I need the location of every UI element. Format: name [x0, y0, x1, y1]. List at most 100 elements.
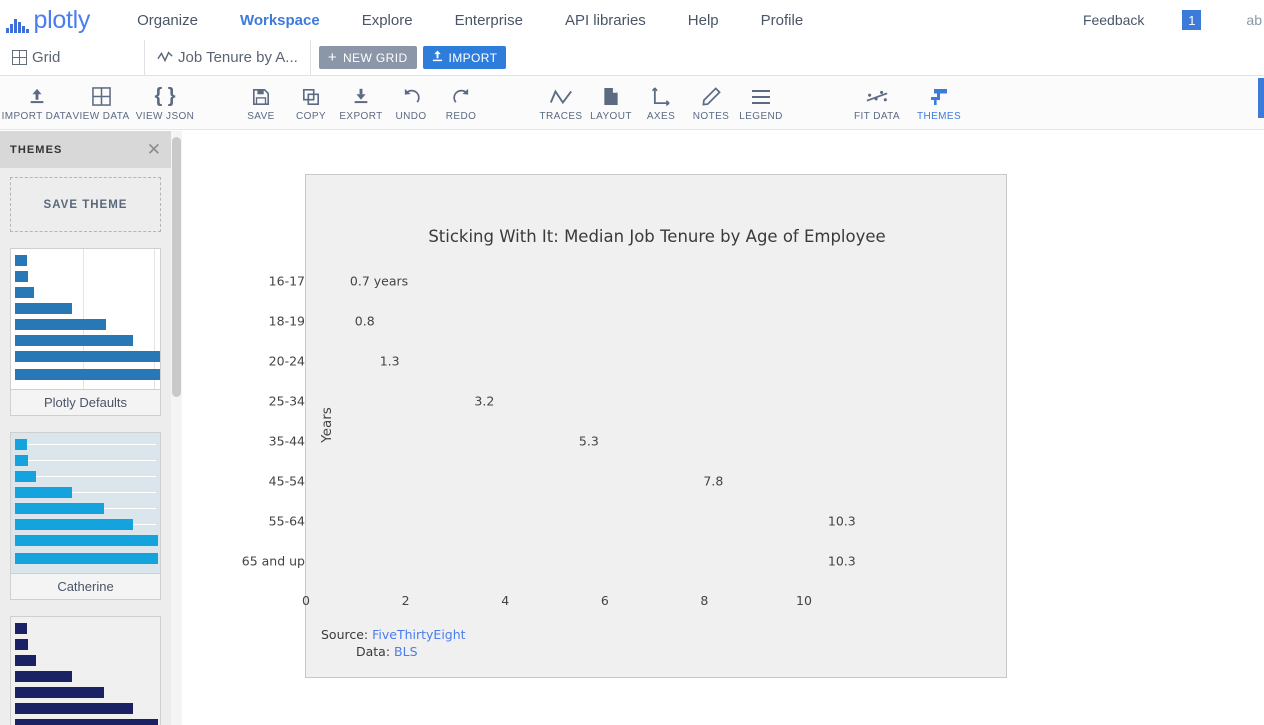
x-axis-tick-label: 6 — [600, 593, 609, 608]
toolbar-traces[interactable]: TRACES — [536, 84, 586, 122]
themes-panel: THEMES ✕ SAVE THEME Plotly Defaults Cath… — [0, 131, 171, 725]
source-annotation-link[interactable]: FiveThirtyEight — [372, 627, 465, 642]
theme-name-label: Plotly Defaults — [11, 389, 160, 415]
toolbar-view-data[interactable]: VIEW DATA — [72, 84, 129, 122]
data-annotation-prefix: Data: — [356, 644, 395, 659]
plotly-logo-text: plotly — [33, 5, 91, 34]
theme-thumbnail — [11, 617, 160, 725]
hamburger-lines-icon — [751, 86, 771, 108]
themes-panel-title: THEMES — [10, 143, 63, 156]
nav-link-help[interactable]: Help — [667, 12, 740, 29]
right-edge-panel-toggle[interactable] — [1258, 78, 1264, 118]
toolbar-export[interactable]: EXPORT — [336, 84, 386, 122]
toolbar-layout[interactable]: LAYOUT — [586, 84, 636, 122]
bar-row[interactable]: 16-17 0.7 years — [269, 261, 408, 301]
themes-panel-body: SAVE THEME Plotly Defaults Catherine — [0, 168, 171, 725]
theme-card-catherine[interactable]: Catherine — [10, 432, 161, 600]
plotly-logo[interactable]: plotly — [6, 5, 91, 34]
bar-row[interactable]: 45-54 7.8 — [269, 461, 724, 501]
toolbar-copy[interactable]: COPY — [286, 84, 336, 122]
themes-scrollbar-thumb[interactable] — [172, 137, 181, 397]
theme-card-plotly-defaults[interactable]: Plotly Defaults — [10, 248, 161, 416]
bar-value-label: 0.7 years — [349, 273, 409, 289]
bar-category-label: 35-44 — [268, 433, 305, 449]
theme-thumbnail — [11, 249, 160, 389]
bar-category-label: 65 and up — [241, 553, 305, 569]
bar-category-label: 16-17 — [268, 273, 305, 289]
save-disk-icon — [252, 86, 270, 108]
plot-container[interactable]: Sticking With It: Median Job Tenure by A… — [242, 174, 1007, 678]
toolbar-view-json-label: VIEW JSON — [135, 110, 195, 122]
bar-row[interactable]: 18-19 0.8 — [269, 301, 375, 341]
toolbar-redo[interactable]: REDO — [436, 84, 486, 122]
x-axis-tick-label: 8 — [700, 593, 709, 608]
tab-bar: Grid Job Tenure by A... + NEW GRID IMPOR… — [0, 40, 1264, 76]
copy-icon — [302, 86, 320, 108]
toolbar-fit-data-label: FIT DATA — [854, 110, 900, 122]
toolbar-fit-data[interactable]: FIT DATA — [846, 84, 908, 122]
plus-icon: + — [327, 49, 337, 66]
toolbar-themes-label: THEMES — [916, 110, 962, 122]
data-annotation[interactable]: Data: BLS — [356, 644, 418, 659]
bar-value-label: 1.3 — [379, 353, 400, 369]
plot-canvas: Sticking With It: Median Job Tenure by A… — [182, 131, 1264, 725]
import-button[interactable]: IMPORT — [422, 46, 507, 69]
toolbar-traces-label: TRACES — [539, 110, 583, 122]
bar-category-label: 55-64 — [268, 513, 305, 529]
toolbar-legend[interactable]: LEGEND — [736, 84, 786, 122]
chart-title: Sticking With It: Median Job Tenure by A… — [428, 227, 886, 246]
toolbar-import-data[interactable]: IMPORT DATA — [2, 84, 72, 122]
bar-value-label: 3.2 — [474, 393, 495, 409]
bar-category-label: 20-24 — [268, 353, 305, 369]
bar-row[interactable]: 55-64 10.3 — [269, 501, 856, 541]
bar-row[interactable]: 65 and up 10.3 — [242, 541, 856, 581]
bar-value-label: 0.8 — [354, 313, 375, 329]
toolbar-undo[interactable]: UNDO — [386, 84, 436, 122]
toolbar-legend-label: LEGEND — [739, 110, 783, 122]
toolbar-save[interactable]: SAVE — [236, 84, 286, 122]
axes-icon — [651, 86, 671, 108]
bar-row[interactable]: 35-44 5.3 — [269, 421, 599, 461]
theme-thumbnail — [11, 433, 160, 573]
nav-link-workspace[interactable]: Workspace — [219, 12, 341, 29]
toolbar-themes[interactable]: THEMES — [908, 84, 970, 122]
tab-plot[interactable]: Job Tenure by A... — [145, 40, 311, 75]
nav-link-explore[interactable]: Explore — [341, 12, 434, 29]
toolbar-redo-label: REDO — [445, 110, 477, 122]
tab-grid[interactable]: Grid — [0, 40, 145, 75]
nav-link-organize[interactable]: Organize — [116, 12, 219, 29]
bar-value-label: 5.3 — [578, 433, 599, 449]
source-annotation[interactable]: Source: FiveThirtyEight — [321, 627, 466, 642]
toolbar-import-data-label: IMPORT DATA — [1, 110, 73, 122]
x-axis-tick-label: 4 — [501, 593, 510, 608]
nav-link-api-libraries[interactable]: API libraries — [544, 12, 667, 29]
bar-category-label: 25-34 — [268, 393, 305, 409]
page-icon — [603, 86, 619, 108]
toolbar-view-json[interactable]: { } VIEW JSON — [136, 84, 194, 122]
save-theme-button[interactable]: SAVE THEME — [10, 177, 161, 232]
nav-links: Organize Workspace Explore Enterprise AP… — [116, 12, 824, 29]
download-icon — [351, 86, 371, 108]
grid-icon — [91, 86, 111, 108]
scatter-fit-icon — [865, 86, 889, 108]
nav-link-profile[interactable]: Profile — [740, 12, 825, 29]
bar-row[interactable]: 20-24 1.3 — [269, 341, 400, 381]
bar-row[interactable]: 25-34 3.2 — [269, 381, 495, 421]
toolbar-undo-label: UNDO — [395, 110, 427, 122]
nav-link-enterprise[interactable]: Enterprise — [434, 12, 544, 29]
user-account-label[interactable]: ab — [1246, 12, 1262, 28]
redo-arrow-icon — [452, 86, 471, 108]
plotly-logo-bars-icon — [6, 18, 29, 33]
feedback-link[interactable]: Feedback — [1083, 12, 1144, 28]
theme-card-third[interactable] — [10, 616, 161, 725]
new-grid-button[interactable]: + NEW GRID — [318, 46, 417, 69]
line-chart-icon — [157, 50, 173, 64]
toolbar-axes-label: AXES — [646, 110, 676, 122]
notification-badge[interactable]: 1 — [1182, 10, 1202, 30]
close-icon[interactable]: ✕ — [147, 141, 161, 158]
toolbar-axes[interactable]: AXES — [636, 84, 686, 122]
data-annotation-link[interactable]: BLS — [394, 644, 417, 659]
toolbar-notes[interactable]: NOTES — [686, 84, 736, 122]
editor-toolbar: IMPORT DATA VIEW DATA { } VIEW JSON SAVE… — [0, 76, 1264, 130]
x-axis-tick-label: 2 — [401, 593, 410, 608]
